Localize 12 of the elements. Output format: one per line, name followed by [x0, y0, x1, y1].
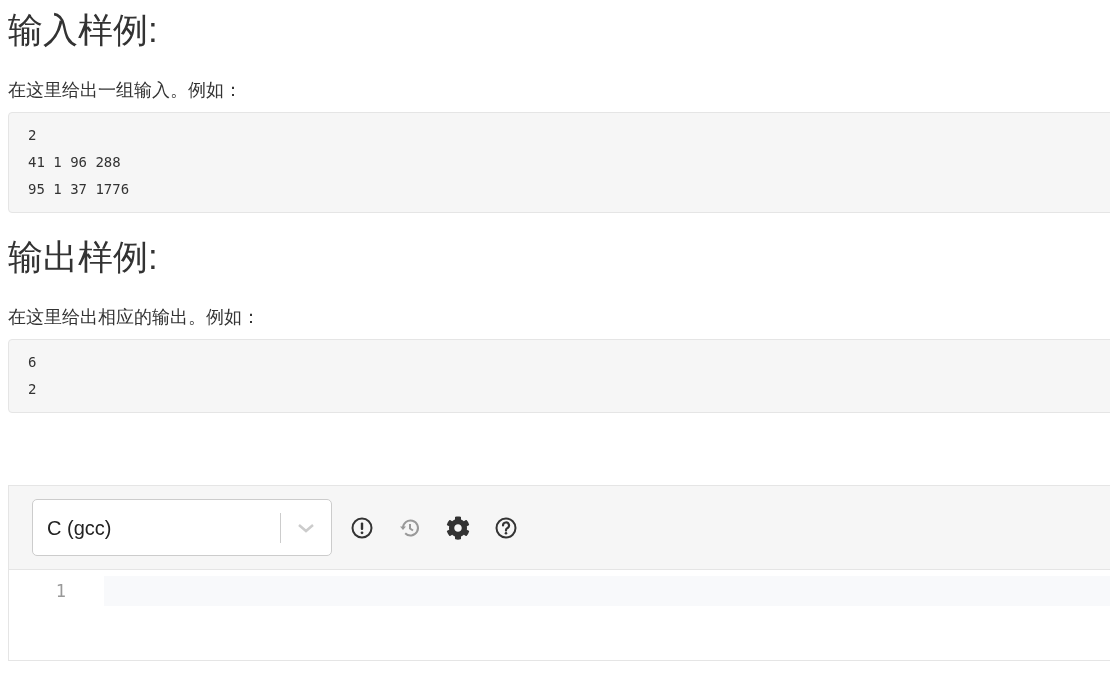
language-select[interactable]: C (gcc): [32, 499, 332, 556]
alert-icon[interactable]: [350, 515, 374, 540]
section-heading: 输出样例:: [8, 236, 158, 278]
section-heading: 输入样例:: [8, 9, 158, 51]
section-description: 在这里给出相应的输出。例如：: [8, 306, 260, 329]
settings-icon[interactable]: [446, 515, 470, 540]
sample-code-block: 6 2: [8, 339, 1110, 413]
line-number: 1: [54, 580, 67, 603]
language-value: C (gcc): [46, 515, 113, 541]
section-description: 在这里给出一组输入。例如：: [8, 79, 242, 102]
help-icon[interactable]: [494, 515, 518, 540]
sample-code-block: 2 41 1 96 288 95 1 37 1776: [8, 112, 1110, 213]
